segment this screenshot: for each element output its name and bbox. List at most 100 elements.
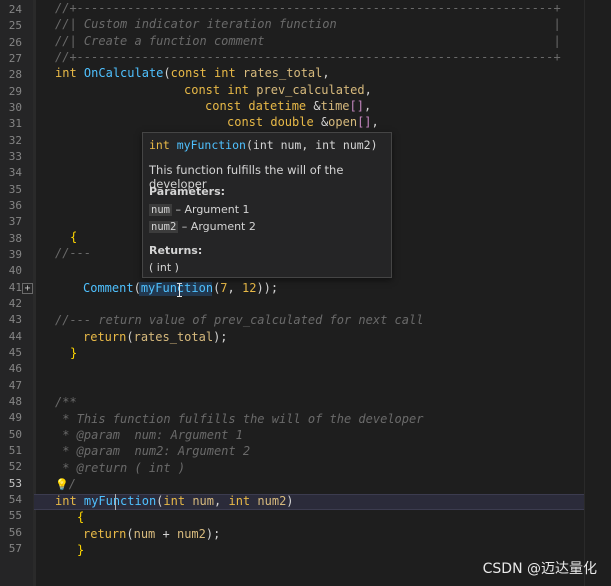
line-number: 40 [8, 264, 22, 277]
code-line-31[interactable]: const double &open[], [227, 114, 379, 130]
line-number: 38 [8, 232, 22, 245]
vertical-scrollbar[interactable] [584, 0, 611, 586]
lightbulb-icon[interactable]: 💡 [55, 478, 69, 491]
code-line-24[interactable]: //+-------------------------------------… [55, 0, 561, 16]
line-number: 28 [8, 68, 22, 81]
code-editor[interactable]: + 24 25 26 27 28 29 30 31 32 33 34 35 36 37 38 39 40 41 42… [0, 0, 611, 586]
keyword: int [149, 138, 170, 152]
code-line-55[interactable]: return(num + num2); [83, 526, 220, 542]
comment: //+-------------------------------------… [55, 1, 561, 15]
code-line-43[interactable]: return(rates_total); [83, 329, 228, 345]
code-line-49[interactable]: * @param num: Argument 1 [55, 427, 243, 443]
tooltip-signature: int myFunction(int num, int num2) [149, 138, 378, 152]
comment: //--- return value of prev_calculated fo… [55, 313, 424, 327]
line-number: 36 [8, 199, 22, 212]
function-name: Comment [83, 281, 134, 295]
code-line-54[interactable]: { [77, 509, 84, 525]
tooltip-param-2: num2 – Argument 2 [149, 220, 256, 233]
line-number: 24 [8, 3, 22, 16]
punctuation: ); [213, 330, 228, 344]
line-number: 49 [8, 411, 22, 424]
brace: { [70, 230, 78, 244]
comment: / [68, 477, 76, 491]
line-number: 33 [8, 150, 22, 163]
line-number: 42 [8, 297, 22, 310]
comment: //| Create a function comment | [55, 34, 561, 48]
keyword: return [83, 527, 127, 541]
code-line-28[interactable]: int OnCalculate(const int rates_total, [55, 65, 330, 81]
comment: * @param num2: Argument 2 [55, 444, 251, 458]
code-line-47[interactable]: /** [55, 394, 77, 410]
brace: { [77, 510, 85, 524]
keyword: int [163, 494, 186, 508]
function-name: myFunction [176, 138, 246, 152]
line-number: 52 [8, 460, 22, 473]
comment: * @return ( int ) [55, 461, 186, 475]
code-line-27[interactable]: //+-------------------------------------… [55, 49, 561, 65]
line-number: 50 [8, 428, 22, 441]
param-name: num [149, 204, 172, 216]
line-number: 25 [8, 19, 22, 32]
line-number: 32 [8, 134, 22, 147]
line-number: 43 [8, 313, 22, 326]
code-line-25[interactable]: //| Custom indicator iteration function … [55, 16, 561, 32]
code-line-53[interactable]: int myFunction(int num, int num2) [55, 493, 294, 509]
keyword: const datetime [205, 99, 307, 113]
line-number: 51 [8, 444, 22, 457]
param-name: num2 [149, 221, 179, 233]
punctuation: )); [256, 281, 279, 295]
watermark: CSDN @迈达量化 [482, 561, 597, 577]
line-number: 47 [8, 379, 22, 392]
line-number: 53 [8, 477, 22, 490]
number: 7 [220, 281, 228, 295]
line-number: 45 [8, 346, 22, 359]
punctuation: ( [126, 527, 134, 541]
line-number: 31 [8, 117, 22, 130]
number: 12 [241, 281, 257, 295]
punctuation: , [371, 115, 379, 129]
line-number: 54 [8, 493, 22, 506]
punctuation: , [363, 99, 372, 113]
line-number: 55 [8, 509, 22, 522]
keyword: int [55, 494, 77, 508]
identifier: prev_calculated [256, 83, 365, 97]
punctuation: , [322, 66, 330, 80]
function-name: myFunction [83, 494, 157, 508]
line-number: 29 [8, 85, 22, 98]
punctuation: , [227, 281, 242, 295]
code-line-52[interactable]: 💡/ [55, 476, 76, 493]
comment: * This function fulfills the will of the… [55, 412, 424, 426]
code-line-37[interactable]: { [70, 229, 77, 245]
tooltip-returns-value: ( int ) [149, 261, 179, 274]
identifier: num2 [257, 494, 287, 508]
punctuation: ( [163, 66, 171, 80]
line-number: 27 [8, 52, 22, 65]
fold-expand-icon[interactable]: + [22, 283, 33, 294]
punctuation: , [364, 83, 372, 97]
code-line-48[interactable]: * This function fulfills the will of the… [55, 411, 423, 427]
identifier: num2 [176, 527, 206, 541]
punctuation: ( [133, 281, 141, 295]
code-line-29[interactable]: const int prev_calculated, [184, 82, 372, 98]
identifier: open [328, 115, 358, 129]
brace: } [70, 346, 78, 360]
line-number: 44 [8, 330, 22, 343]
code-line-38[interactable]: //--- [55, 245, 91, 261]
code-line-42[interactable]: //--- return value of prev_calculated fo… [55, 312, 423, 328]
code-line-50[interactable]: * @param num2: Argument 2 [55, 443, 250, 459]
keyword: const double [227, 115, 314, 129]
line-number: 34 [8, 166, 22, 179]
line-number: 41 [8, 281, 22, 294]
code-line-44[interactable]: } [70, 345, 77, 361]
punctuation: , [214, 494, 229, 508]
comment: //| Custom indicator iteration function … [55, 17, 561, 31]
comment: /** [55, 395, 77, 409]
code-line-30[interactable]: const datetime &time[], [205, 98, 371, 114]
function-name: OnCalculate [83, 66, 164, 80]
code-line-56[interactable]: } [77, 542, 84, 558]
keyword: return [83, 330, 127, 344]
code-line-51[interactable]: * @return ( int ) [55, 460, 185, 476]
keyword: const int [184, 83, 250, 97]
code-line-26[interactable]: //| Create a function comment | [55, 33, 561, 49]
line-number: 48 [8, 395, 22, 408]
